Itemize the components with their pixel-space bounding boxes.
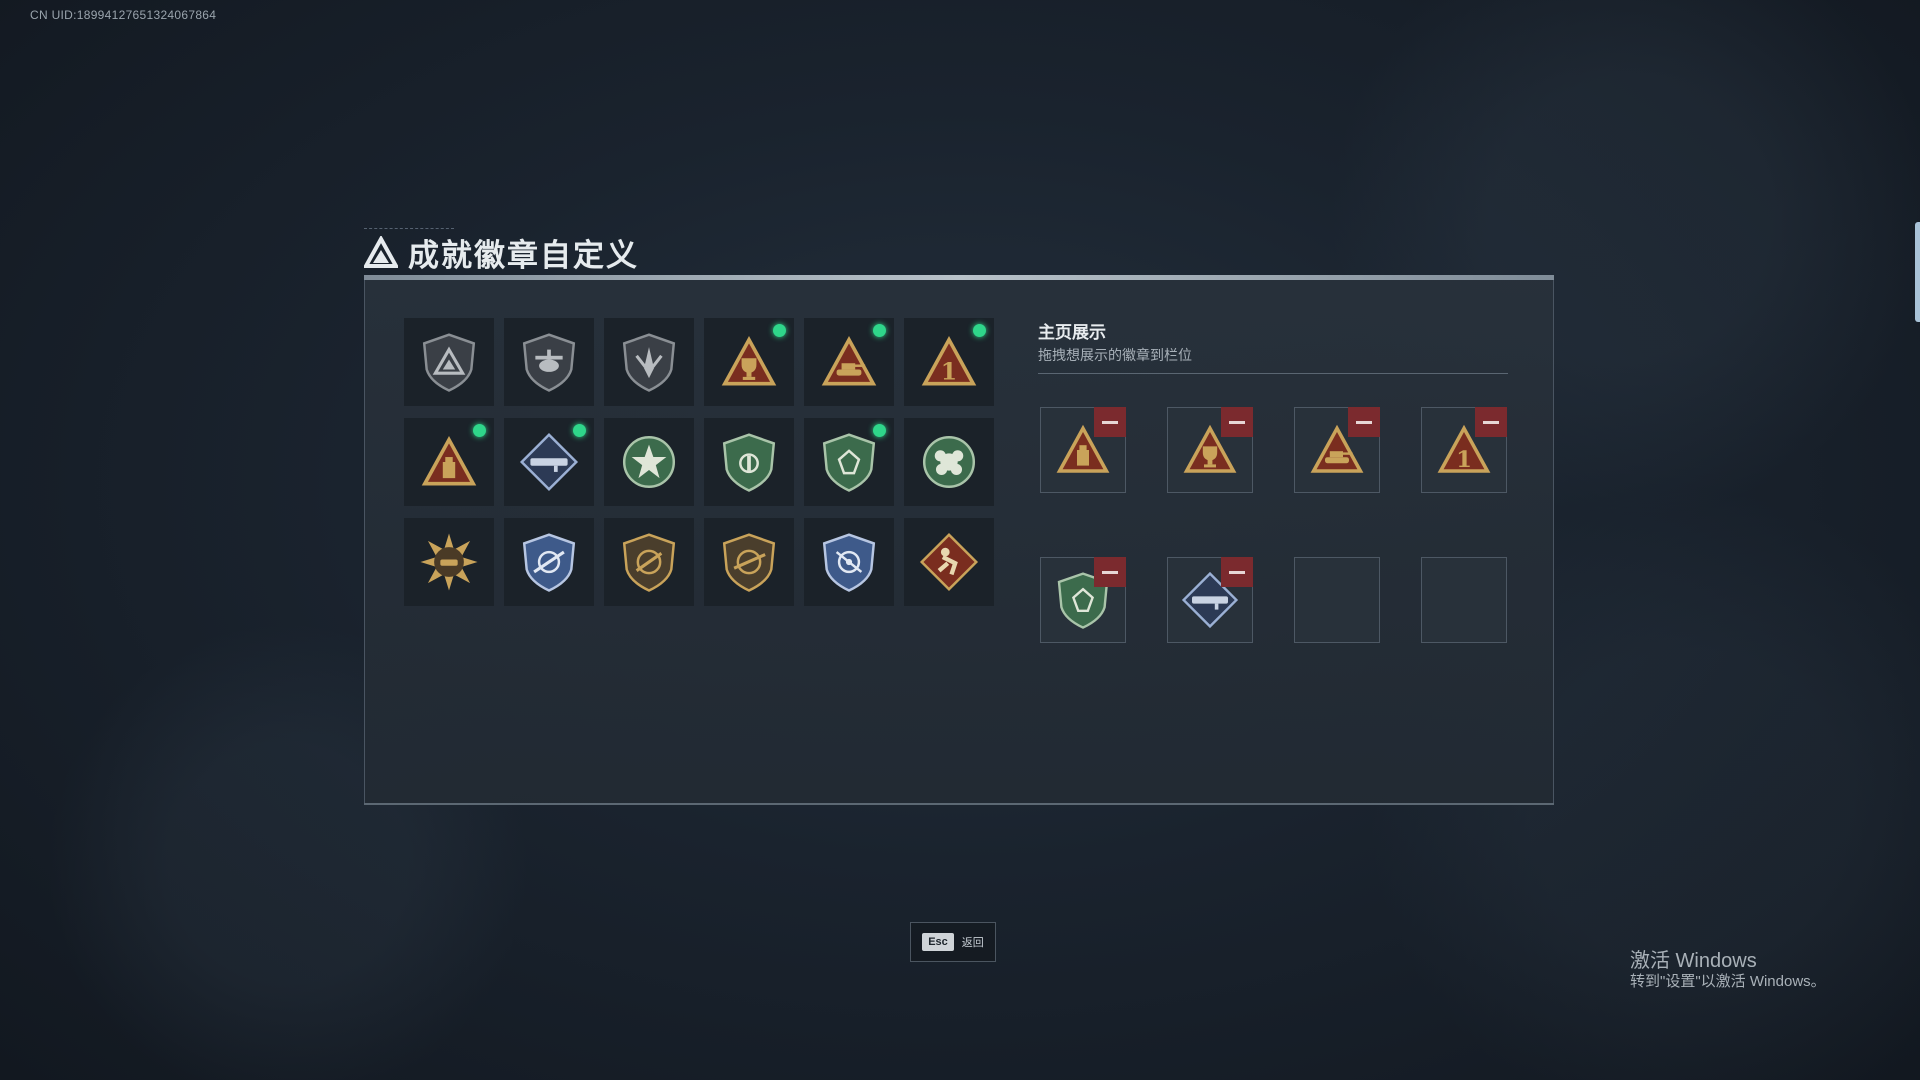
esc-key: Esc bbox=[922, 933, 954, 951]
badge-cell[interactable] bbox=[804, 518, 894, 606]
showcase-divider bbox=[1038, 373, 1508, 374]
new-indicator-dot bbox=[473, 424, 486, 437]
remove-badge-button[interactable] bbox=[1221, 557, 1253, 587]
remove-badge-button[interactable] bbox=[1094, 407, 1126, 437]
svg-text:1: 1 bbox=[941, 357, 957, 385]
badge-cell[interactable] bbox=[704, 418, 794, 506]
windows-activation-title: 激活 Windows bbox=[1630, 950, 1757, 972]
badge-cell[interactable] bbox=[804, 418, 894, 506]
showcase-slot-filled[interactable]: 1 bbox=[1421, 407, 1507, 493]
badge-cell[interactable] bbox=[504, 518, 594, 606]
badge-cell[interactable] bbox=[604, 418, 694, 506]
remove-badge-button[interactable] bbox=[1094, 557, 1126, 587]
minus-icon bbox=[1229, 570, 1245, 574]
delta-logo-icon bbox=[364, 235, 398, 268]
remove-badge-button[interactable] bbox=[1221, 407, 1253, 437]
green-beret-shield-icon bbox=[722, 433, 776, 492]
green-gem-shield-icon bbox=[822, 433, 876, 492]
badge-cell[interactable]: 1 bbox=[904, 318, 994, 406]
side-edge-tab[interactable] bbox=[1915, 222, 1920, 322]
new-indicator-dot bbox=[873, 324, 886, 337]
blade-shield-icon bbox=[622, 333, 676, 392]
triangle-emblem-shield-icon bbox=[422, 333, 476, 392]
number-one-triangle-icon: 1 bbox=[921, 335, 977, 386]
showcase-title: 主页展示 bbox=[1038, 323, 1106, 342]
showcase-slot-filled[interactable] bbox=[1167, 407, 1253, 493]
windows-activation-hint: 转到"设置"以激活 Windows。 bbox=[1630, 973, 1826, 990]
green-flower-medal-icon bbox=[922, 435, 976, 489]
ammo-triangle-icon bbox=[421, 435, 477, 486]
showcase-slot-empty[interactable] bbox=[1294, 557, 1380, 643]
svg-text:1: 1 bbox=[1456, 447, 1472, 473]
user-uid: CN UID:1899412765132406​7864 bbox=[30, 8, 217, 22]
explosion-tank-icon bbox=[420, 533, 478, 591]
badge-cell[interactable] bbox=[804, 318, 894, 406]
badge-cell[interactable] bbox=[704, 318, 794, 406]
showcase-slots: 1 bbox=[1040, 407, 1507, 643]
remove-badge-button[interactable] bbox=[1348, 407, 1380, 437]
page-header: 成就徽章自定义 bbox=[364, 230, 639, 275]
badge-cell[interactable] bbox=[704, 518, 794, 606]
star-wreath-icon bbox=[622, 435, 676, 489]
new-indicator-dot bbox=[773, 324, 786, 337]
showcase-slot-filled[interactable] bbox=[1040, 557, 1126, 643]
showcase-slot-filled[interactable] bbox=[1294, 407, 1380, 493]
tank-triangle-icon bbox=[821, 335, 877, 386]
remove-badge-button[interactable] bbox=[1475, 407, 1507, 437]
new-indicator-dot bbox=[573, 424, 586, 437]
badge-cell[interactable] bbox=[604, 318, 694, 406]
back-label: 返回 bbox=[961, 937, 984, 949]
showcase-slot-filled[interactable] bbox=[1167, 557, 1253, 643]
blue-target-shield-icon bbox=[822, 533, 876, 592]
soldier-diamond-icon bbox=[919, 532, 979, 592]
badge-cell[interactable] bbox=[904, 418, 994, 506]
panel-top-border bbox=[364, 275, 1554, 280]
back-button[interactable]: Esc 返回 bbox=[910, 922, 996, 962]
showcase-slot-filled[interactable] bbox=[1040, 407, 1126, 493]
showcase-slot-empty[interactable] bbox=[1421, 557, 1507, 643]
gold-sniper-shield-icon bbox=[722, 533, 776, 592]
helicopter-shield-icon bbox=[522, 333, 576, 392]
new-indicator-dot bbox=[873, 424, 886, 437]
badge-cell[interactable] bbox=[504, 418, 594, 506]
badge-cell[interactable] bbox=[404, 418, 494, 506]
minus-icon bbox=[1102, 570, 1118, 574]
minus-icon bbox=[1483, 420, 1499, 424]
badge-cell[interactable] bbox=[904, 518, 994, 606]
panel-bottom-border bbox=[364, 803, 1554, 805]
badge-cell[interactable] bbox=[404, 518, 494, 606]
minus-icon bbox=[1356, 420, 1372, 424]
gold-rifle-shield-icon bbox=[622, 533, 676, 592]
trophy-triangle-icon bbox=[721, 335, 777, 386]
badge-collection-grid: 1 bbox=[404, 318, 994, 606]
minus-icon bbox=[1102, 420, 1118, 424]
blue-sniper-shield-icon bbox=[522, 533, 576, 592]
page-title: 成就徽章自定义 bbox=[408, 238, 639, 273]
showcase-subtitle: 拖拽想展示的徽章到栏位 bbox=[1038, 347, 1192, 363]
rocket-launcher-diamond-icon bbox=[519, 432, 579, 492]
badge-cell[interactable] bbox=[504, 318, 594, 406]
badge-cell[interactable] bbox=[604, 518, 694, 606]
new-indicator-dot bbox=[973, 324, 986, 337]
badge-cell[interactable] bbox=[404, 318, 494, 406]
minus-icon bbox=[1229, 420, 1245, 424]
